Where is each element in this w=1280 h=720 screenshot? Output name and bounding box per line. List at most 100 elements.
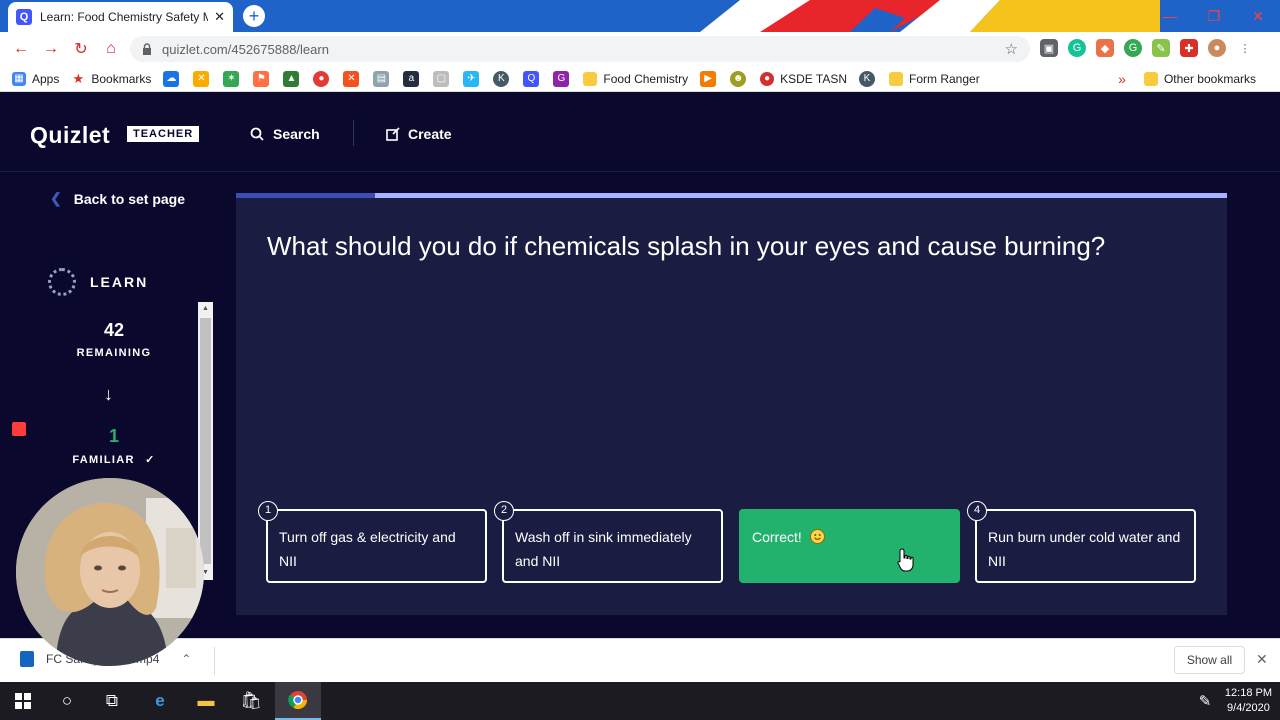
folder-icon [889,71,904,86]
apps-grid-icon: ▦ [12,71,26,86]
bookmark-icon[interactable]: K [493,70,510,87]
restore-icon[interactable]: ❐ [1192,0,1236,32]
bookmark-icon[interactable]: ▤ [373,70,390,87]
clock-date: 9/4/2020 [1227,702,1270,714]
forward-arrow-icon[interactable]: → [36,34,66,64]
chrome-taskbar-icon[interactable] [275,682,321,720]
familiar-counter: 1 FAMILIAR ✓ [60,426,168,466]
familiar-label-row: FAMILIAR ✓ [60,453,168,466]
extensions-bar: ▣ G ◆ G ✎ ✚ ● ⋮ [1040,39,1254,57]
browser-tab-strip: Q Learn: Food Chemistry Safety Ma ✕ + — … [0,0,1280,32]
bookmark-icon[interactable]: ☻ [730,70,747,87]
bookmarks-bar: ▦ Apps ★ Bookmarks ☁ ✕ ✶ ⚑ ▲ ● ✕ ▤ a ▢ ✈ K… [0,66,1280,92]
back-to-set-link[interactable]: ❮ Back to set page [50,190,185,207]
bookmark-icon[interactable]: ✕ [193,70,210,87]
recording-indicator-icon[interactable] [12,422,26,436]
create-icon [386,127,400,141]
bookmark-icon[interactable]: ▲ [283,70,300,87]
edge-browser-icon[interactable]: e [137,682,183,720]
hand-pointer-cursor-icon [897,548,914,572]
store-icon[interactable]: 🛍 [228,682,274,720]
tab-close-icon[interactable]: ✕ [214,9,225,25]
bookmark-icon[interactable]: ✶ [223,70,240,87]
answer-number-badge: 4 [967,501,987,521]
star-icon: ★ [72,70,85,86]
answer-text: Turn off gas & electricity and NII [279,529,456,569]
sidebar-scrollbar[interactable]: ▲ ▼ [198,302,213,580]
download-shelf: FC Safety ...et....mp4 ⌃ Show all ✕ [0,638,1280,682]
clock-time: 12:18 PM [1224,687,1272,699]
bookmark-apps[interactable]: ▦ Apps [12,71,59,86]
bookmark-form-ranger[interactable]: Form Ranger [889,71,980,86]
quizlet-logo[interactable]: Quizlet [30,122,110,149]
show-all-button[interactable]: Show all [1174,646,1245,674]
windows-start-icon[interactable] [0,682,46,720]
smiley-icon [809,529,825,544]
avatar[interactable]: ● [1208,39,1226,57]
bookmark-star-icon[interactable]: ☆ [1005,40,1018,58]
bookmarks-right: » Other bookmarks [1118,66,1268,92]
chevron-up-icon[interactable]: ⌃ [181,652,191,666]
lock-icon [143,43,151,55]
home-icon[interactable]: ⌂ [96,34,126,64]
bookmarks-overflow-icon[interactable]: » [1118,71,1126,87]
bookmark-icon[interactable]: G [553,70,570,87]
close-shelf-icon[interactable]: ✕ [1256,651,1268,668]
bookmark-icon[interactable]: ▢ [433,70,450,87]
ksde-icon: ● [760,71,775,86]
answer-options: 1 Turn off gas & electricity and NII 2 W… [258,501,1196,583]
answer-option-1[interactable]: 1 Turn off gas & electricity and NII [258,501,487,583]
extension-icon[interactable]: ▣ [1040,39,1058,57]
bookmark-other[interactable]: Other bookmarks [1143,72,1256,86]
bookmark-icon[interactable]: ✕ [343,70,360,87]
pen-workspace-icon[interactable]: ✎ [1182,682,1228,720]
answer-option-3-correct[interactable]: Correct! [739,509,960,583]
remaining-counter: 42 REMAINING [60,320,168,359]
download-divider [214,647,215,675]
answer-number-badge: 1 [258,501,278,521]
nav-search[interactable]: Search [250,126,320,142]
progress-bar-fill [236,193,375,198]
amazon-icon[interactable]: a [403,70,420,87]
nav-create[interactable]: Create [386,126,452,142]
bookmark-icon[interactable]: ● [313,70,330,87]
teacher-badge: TEACHER [127,126,200,142]
minimize-icon[interactable]: — [1148,0,1192,32]
bookmark-icon[interactable]: ☁ [163,70,180,87]
windows-taskbar: ○ ⧉ e ▬ 🛍 ✎ 12:18 PM 9/4/2020 [0,682,1280,720]
task-view-icon[interactable]: ⧉ [89,682,135,720]
bookmark-bookmarks[interactable]: ★ Bookmarks [71,70,152,86]
reload-icon[interactable]: ↻ [66,34,96,64]
answer-option-2[interactable]: 2 Wash off in sink immediately and NII [494,501,723,583]
close-window-icon[interactable]: ✕ [1236,0,1280,32]
menu-kebab-icon[interactable]: ⋮ [1236,39,1254,57]
extension-icon[interactable]: ◆ [1096,39,1114,57]
grammarly-icon[interactable]: G [1068,39,1086,57]
bookmark-icon[interactable]: ✈ [463,70,480,87]
browser-tab[interactable]: Q Learn: Food Chemistry Safety Ma ✕ [8,2,233,32]
extension-icon[interactable]: G [1124,39,1142,57]
extension-icon[interactable]: ✎ [1152,39,1170,57]
arrow-down-icon: ↓ [104,384,113,404]
file-explorer-icon[interactable]: ▬ [183,682,229,720]
system-clock[interactable]: 12:18 PM 9/4/2020 [1225,686,1272,716]
bookmark-ksde-tasn[interactable]: ● KSDE TASN [760,71,847,86]
puzzle-icon[interactable]: ✚ [1180,39,1198,57]
back-arrow-icon[interactable]: ← [6,34,36,64]
mode-indicator: LEARN [48,268,148,296]
window-controls: — ❐ ✕ [1148,0,1280,32]
bookmark-icon[interactable]: ⚑ [253,70,270,87]
search-icon [250,127,264,141]
quizlet-bookmark-icon[interactable]: Q [523,70,540,87]
answer-option-4[interactable]: 4 Run burn under cold water and NII [967,501,1196,583]
bookmark-icon[interactable]: K [859,70,876,87]
tab-title: Learn: Food Chemistry Safety Ma [40,10,209,24]
address-bar[interactable]: quizlet.com/452675888/learn ☆ [130,36,1030,62]
play-icon[interactable]: ▶ [700,70,717,87]
cortana-search-icon[interactable]: ○ [44,682,90,720]
scroll-up-icon[interactable]: ▲ [198,302,213,316]
bookmark-food-chemistry[interactable]: Food Chemistry [583,71,688,86]
new-tab-button[interactable]: + [243,5,265,27]
scrollbar-thumb[interactable] [200,318,211,564]
answer-number-badge: 2 [494,501,514,521]
